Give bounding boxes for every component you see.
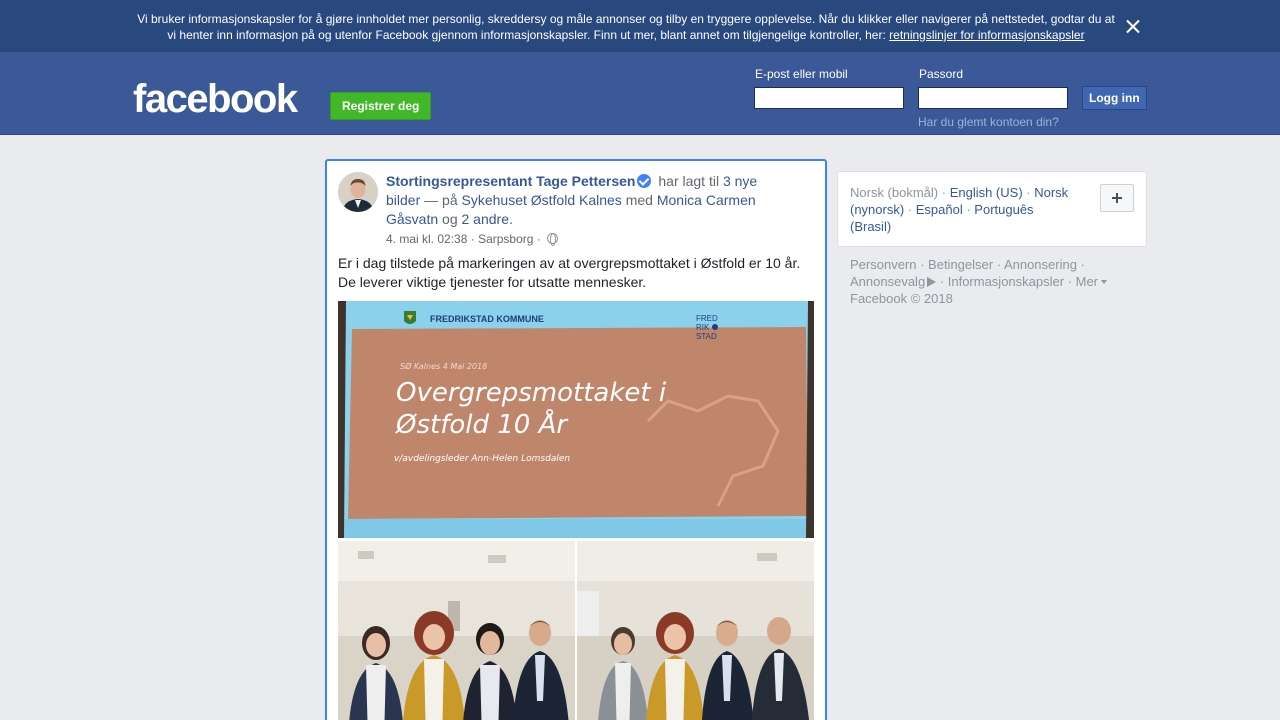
cookie-text-line2: vi henter inn informasjon på og utenfor … — [167, 28, 886, 42]
language-selector-box: Norsk (bokmål) · English (US) · Norsk (n… — [837, 171, 1147, 247]
facebook-logo[interactable]: facebook — [133, 75, 298, 123]
author-name[interactable]: Stortingsrepresentant Tage Pettersen — [386, 173, 635, 189]
group-photo-1 — [338, 541, 575, 720]
and-text: og — [442, 211, 458, 227]
slide-dateline: SØ Kalnes 4 Mai 2018 — [400, 361, 487, 371]
footer-link-privacy[interactable]: Personvern — [850, 257, 916, 272]
close-icon[interactable] — [1122, 15, 1144, 37]
cookie-banner-text: Vi bruker informasjonskapsler for å gjør… — [130, 11, 1122, 43]
footer-link-advertising[interactable]: Annonsering — [1004, 257, 1077, 272]
register-button[interactable]: Registrer deg — [330, 92, 432, 120]
post-location[interactable]: Sarpsborg — [478, 232, 533, 246]
current-language: Norsk (bokmål) — [850, 185, 939, 200]
post-photo-slide[interactable]: FREDRIKSTAD KOMMUNE FRED RIK STAD SØ Kal… — [338, 301, 814, 538]
email-label: E-post eller mobil — [755, 67, 848, 81]
forgot-account-link[interactable]: Har du glemt kontoen din? — [918, 115, 1059, 129]
slide-title-line1: Overgrepsmottaket i — [396, 378, 667, 408]
slide-org-logo-3: STAD — [696, 332, 717, 341]
others-link[interactable]: 2 andre. — [462, 211, 513, 227]
slide-org-logo-1: FRED — [696, 314, 718, 323]
language-link-english[interactable]: English (US) — [950, 185, 1023, 200]
post-meta: 4. mai kl. 02:38 · Sarpsborg · — [386, 232, 559, 246]
verified-badge-icon — [637, 174, 652, 188]
language-link-espanol[interactable]: Español — [916, 202, 963, 217]
chevron-down-icon — [1101, 280, 1108, 284]
place-link[interactable]: Sykehuset Østfold Kalnes — [462, 192, 622, 208]
cookie-policy-link[interactable]: retningslinjer for informasjonskapsler — [889, 28, 1084, 42]
post-headline: Stortingsrepresentant Tage Pettersen har… — [386, 172, 776, 229]
group-photo-2 — [577, 541, 814, 720]
slide-org: FREDRIKSTAD KOMMUNE — [430, 314, 544, 324]
adchoices-icon — [927, 277, 937, 287]
post-card: Stortingsrepresentant Tage Pettersen har… — [325, 159, 827, 720]
login-button[interactable]: Logg inn — [1082, 86, 1147, 110]
globe-icon[interactable] — [547, 233, 559, 246]
cookie-banner: Vi bruker informasjonskapsler for å gjør… — [0, 0, 1280, 52]
post-timestamp[interactable]: 4. mai kl. 02:38 — [386, 232, 467, 246]
language-links: Norsk (bokmål) · English (US) · Norsk (n… — [850, 185, 1069, 234]
footer-link-more[interactable]: Mer — [1076, 274, 1098, 289]
footer-link-terms[interactable]: Betingelser — [928, 257, 993, 272]
with-text: med — [625, 192, 653, 208]
email-field[interactable] — [754, 87, 904, 109]
post-photo-group-1[interactable] — [338, 541, 575, 720]
action-text: har lagt til — [658, 173, 720, 189]
slide-subtitle: v/avdelingsleder Ann-Helen Lomsdalen — [394, 454, 570, 464]
post-text: Er i dag tilstede på markeringen av at o… — [338, 255, 801, 290]
dash-text: — på — [424, 192, 458, 208]
slide-title-line2: Østfold 10 År — [395, 408, 569, 440]
copyright: Facebook © 2018 — [850, 291, 953, 306]
plus-icon[interactable] — [1100, 184, 1134, 212]
slide-photo: FREDRIKSTAD KOMMUNE FRED RIK STAD SØ Kal… — [338, 301, 814, 538]
post-photo-group-2[interactable] — [577, 541, 814, 720]
password-label: Passord — [919, 67, 964, 81]
meta-separator: · — [470, 232, 479, 246]
top-header: facebook Registrer deg E-post eller mobi… — [0, 52, 1280, 135]
footer-link-cookies[interactable]: Informasjonskapsler — [948, 274, 1064, 289]
footer-link-adchoices[interactable]: Annonsevalg — [850, 274, 925, 289]
meta-separator: · — [536, 232, 545, 246]
avatar-photo — [338, 172, 378, 212]
footer-links: Personvern · Betingelser · Annonsering ·… — [850, 256, 1140, 307]
avatar[interactable] — [338, 172, 378, 212]
cookie-text-line1: Vi bruker informasjonskapsler for å gjør… — [137, 12, 1115, 26]
slide-org-logo-2: RIK — [696, 323, 710, 332]
password-field[interactable] — [918, 87, 1068, 109]
